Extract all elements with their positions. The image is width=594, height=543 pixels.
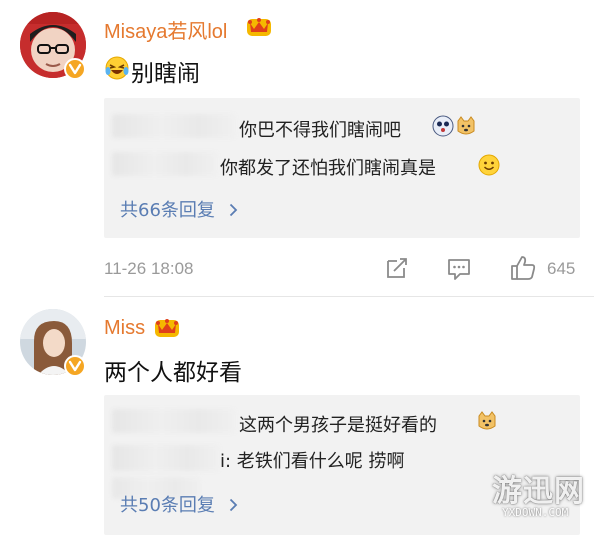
doge-emoji-icon: [432, 115, 454, 141]
like-count: 645: [547, 259, 576, 278]
verified-badge-icon: [64, 58, 86, 80]
doge-emoji-icon: [455, 115, 477, 141]
chevron-right-icon: [229, 495, 238, 516]
watermark-url: YXDOWN.COM: [502, 506, 569, 519]
more-replies-link[interactable]: 共50条回复: [120, 491, 238, 517]
reply-text: 这两个男孩子是挺好看的: [239, 415, 437, 436]
reply-box: 你巴不得我们瞎闹吧 你都发了还怕我们瞎闹真是 共66条回复: [104, 98, 580, 238]
blurred-username: [112, 409, 236, 433]
thumbs-up-icon: [511, 256, 536, 280]
blurred-username: [112, 114, 236, 138]
reply-text: 你巴不得我们瞎闹吧: [239, 120, 401, 141]
comment-text: 两个人都好看: [104, 360, 242, 386]
watermark-logo: 游迅网: [492, 474, 585, 509]
blurred-username: [112, 152, 218, 176]
more-replies-label: 共50条回复: [120, 495, 215, 516]
username[interactable]: Miss: [104, 317, 145, 340]
timestamp: 11-26 18:08: [104, 259, 194, 278]
repost-icon[interactable]: [384, 255, 410, 285]
laughing-tears-emoji-icon: [104, 55, 130, 85]
crown-icon: [245, 14, 273, 38]
comment-text: 别瞎闹: [131, 61, 200, 87]
doge-emoji-icon: [476, 410, 498, 436]
reply-text: 你都发了还怕我们瞎闹真是: [220, 158, 436, 179]
comment-1: Misaya若风lol 别瞎闹 你巴不得我们瞎闹吧 你都发了还怕我们瞎闹真是 共…: [0, 0, 594, 295]
more-replies-label: 共66条回复: [120, 200, 215, 221]
like-button[interactable]: 645: [509, 254, 575, 286]
verified-badge-icon: [64, 355, 86, 377]
chevron-right-icon: [229, 200, 238, 221]
blurred-username: [112, 445, 220, 471]
username[interactable]: Misaya若风lol: [104, 15, 227, 44]
more-replies-link[interactable]: 共66条回复: [120, 196, 238, 222]
reply-text: i: 老铁们看什么呢 捞啊: [220, 451, 405, 472]
smile-emoji-icon: [478, 154, 500, 180]
comment-icon[interactable]: [446, 256, 472, 286]
crown-icon: [153, 315, 181, 339]
